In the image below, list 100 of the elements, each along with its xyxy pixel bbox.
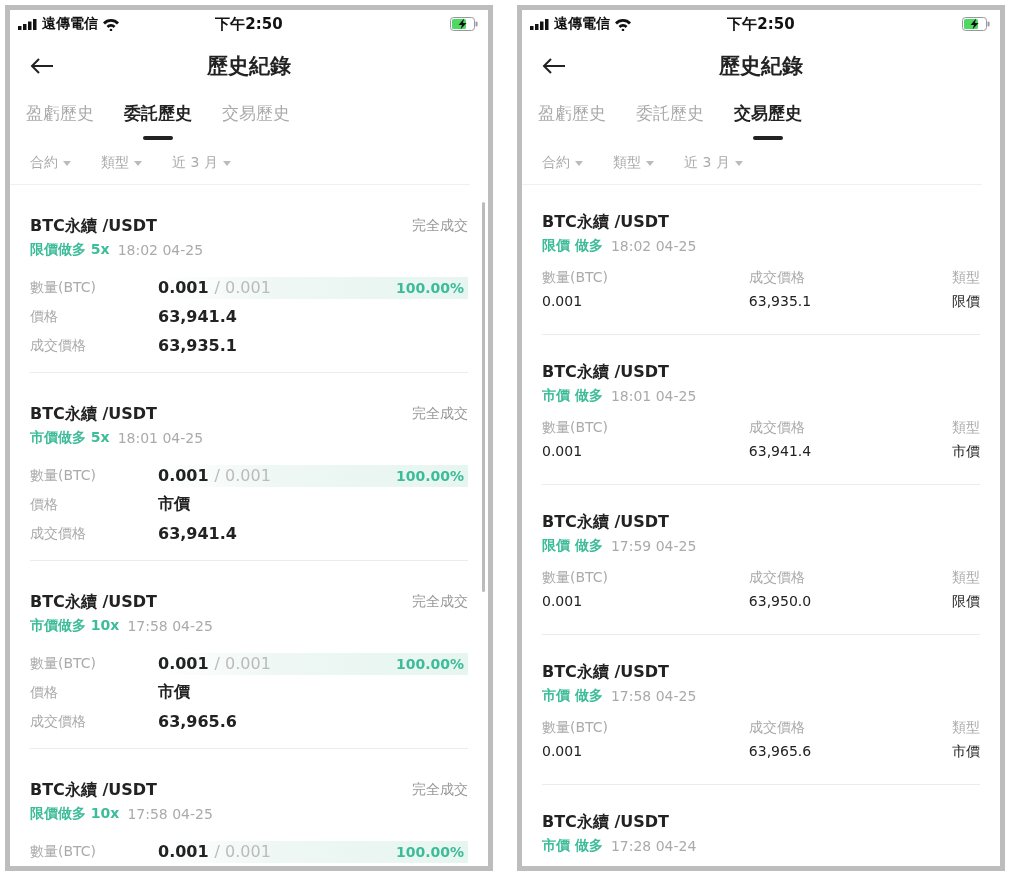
tab[interactable]: 盈虧歷史 (538, 102, 606, 134)
filter-dropdown[interactable]: 合約 (542, 152, 583, 174)
caret-icon (575, 160, 583, 166)
filled-quantity: 0.001 (158, 842, 209, 861)
column-label: 類型 (952, 419, 980, 437)
filter-dropdown[interactable]: 近 3 月 (172, 152, 231, 174)
caret-icon (734, 160, 743, 166)
tab[interactable]: 盈虧歷史 (26, 102, 94, 134)
column-value: 市價 (952, 443, 980, 461)
back-arrow-icon[interactable] (542, 57, 566, 75)
caret-icon (63, 160, 71, 166)
tab[interactable]: 委託歷史 (636, 102, 704, 134)
column-label: 成交價格 (748, 419, 806, 437)
column-label: 類型 (952, 269, 980, 287)
contract-name: BTC永續 /USDT (542, 511, 669, 533)
column-label: 成交價格 (748, 719, 806, 737)
field-value: 市價 (158, 682, 190, 703)
carrier-name: 遠傳電信 (42, 15, 98, 33)
column-value: 63,935.1 (748, 293, 812, 309)
caret-icon (134, 160, 142, 166)
signal-icon (18, 18, 38, 30)
carrier-name: 遠傳電信 (554, 15, 610, 33)
field-label: 數量(BTC) (30, 654, 98, 673)
trade-side: 市價 做多 (542, 687, 603, 705)
column-label: 數量(BTC) (542, 719, 609, 737)
trade-side: 限價 做多 (542, 537, 603, 555)
contract-name: BTC永續 /USDT (542, 811, 669, 833)
contract-name: BTC永續 /USDT (30, 215, 157, 237)
page-title: 歷史紀錄 (719, 53, 803, 80)
column-value: 0.001 (542, 593, 584, 609)
column-label: 數量(BTC) (542, 569, 609, 587)
field-label: 數量(BTC) (30, 466, 98, 485)
battery-charging-icon (962, 17, 990, 31)
column-value: 限價 (952, 593, 980, 611)
trade-side: 市價 做多 (542, 837, 603, 855)
column-label: 成交價格 (748, 569, 806, 587)
field-value: 63,935.1 (158, 336, 237, 355)
contract-name: BTC永續 /USDT (30, 403, 157, 425)
column-label: 類型 (952, 719, 980, 737)
wifi-icon (614, 17, 632, 31)
total-quantity: / 0.001 (214, 654, 271, 673)
field-label: 數量(BTC) (30, 842, 98, 861)
column-value: 63,965.6 (748, 743, 812, 759)
field-value: 市價 (158, 494, 190, 515)
field-label: 數量(BTC) (30, 278, 98, 297)
total-quantity: / 0.001 (214, 842, 271, 861)
filter-dropdown[interactable]: 類型 (613, 152, 654, 174)
column-value: 0.001 (542, 443, 584, 459)
filter-dropdown[interactable]: 合約 (30, 152, 71, 174)
contract-name: BTC永續 /USDT (542, 211, 669, 233)
scrollbar[interactable] (482, 202, 485, 592)
filled-quantity: 0.001 (158, 278, 209, 297)
trade-time: 18:02 04-25 (610, 238, 697, 254)
contract-name: BTC永續 /USDT (542, 661, 669, 683)
column-value: 63,941.4 (748, 443, 812, 459)
field-label: 價格 (30, 683, 59, 702)
trade-time: 17:28 04-24 (610, 838, 697, 854)
contract-name: BTC永續 /USDT (30, 779, 157, 801)
column-label: 數量(BTC) (542, 419, 609, 437)
page-title: 歷史紀錄 (207, 53, 291, 80)
field-value: 63,941.4 (158, 524, 237, 543)
tab-indicator (143, 136, 173, 140)
fill-percent: 100.00% (395, 655, 465, 672)
tab[interactable]: 交易歷史 (222, 102, 290, 134)
back-arrow-icon[interactable] (30, 57, 54, 75)
order-time: 17:58 04-25 (127, 618, 213, 634)
order-status: 完全成交 (412, 217, 468, 235)
battery-charging-icon (450, 17, 478, 31)
order-status: 完全成交 (412, 405, 468, 423)
column-label: 類型 (952, 569, 980, 587)
column-label: 成交價格 (748, 269, 806, 287)
clock-time: 下午2:50 (727, 14, 795, 34)
field-label: 價格 (30, 495, 59, 514)
signal-icon (530, 18, 550, 30)
filled-quantity: 0.001 (158, 466, 209, 485)
tab[interactable]: 交易歷史 (734, 102, 802, 134)
filter-dropdown[interactable]: 類型 (101, 152, 142, 174)
trade-side: 限價 做多 (542, 237, 603, 255)
order-status: 完全成交 (412, 781, 468, 799)
caret-icon (222, 160, 231, 166)
order-time: 18:01 04-25 (117, 430, 204, 446)
tab[interactable]: 委託歷史 (124, 102, 192, 134)
column-label: 數量(BTC) (542, 269, 609, 287)
field-label: 價格 (30, 307, 59, 326)
order-side: 市價做多 5x (30, 429, 110, 447)
column-value: 63,950.0 (748, 593, 812, 609)
order-time: 18:02 04-25 (117, 242, 204, 258)
order-side: 限價做多 10x (30, 805, 120, 823)
field-label: 成交價格 (30, 336, 87, 355)
total-quantity: / 0.001 (214, 278, 271, 297)
trade-time: 18:01 04-25 (610, 388, 697, 404)
field-label: 成交價格 (30, 712, 87, 731)
column-value: 市價 (952, 743, 980, 761)
clock-time: 下午2:50 (215, 14, 283, 34)
filter-dropdown[interactable]: 近 3 月 (684, 152, 743, 174)
trade-side: 市價 做多 (542, 387, 603, 405)
fill-percent: 100.00% (395, 279, 465, 296)
column-value: 限價 (952, 293, 980, 311)
caret-icon (646, 160, 654, 166)
fill-percent: 100.00% (395, 843, 465, 860)
